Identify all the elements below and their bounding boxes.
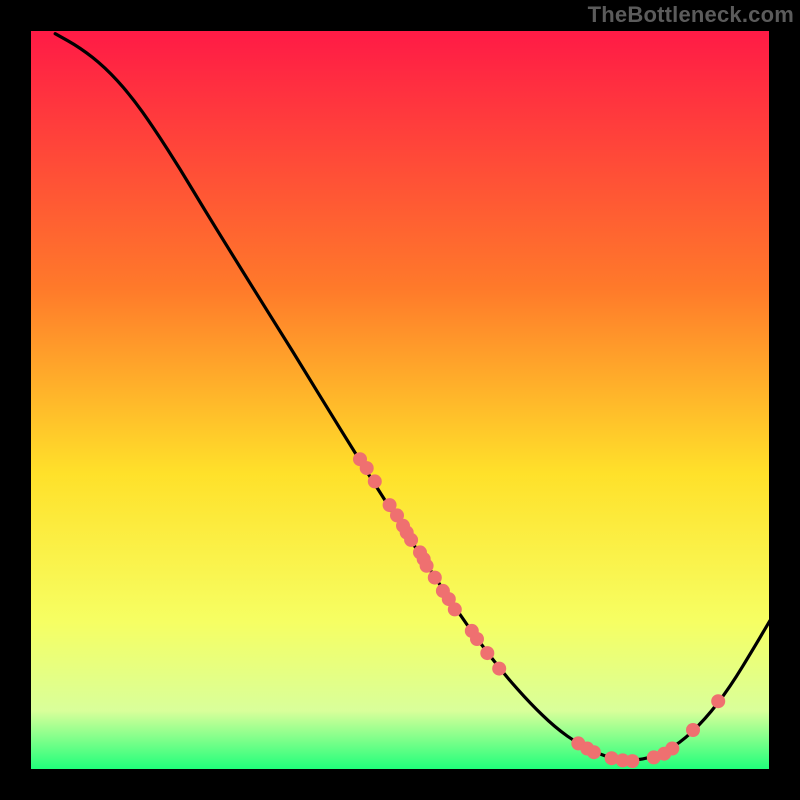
watermark-text: TheBottleneck.com	[588, 2, 794, 28]
scatter-dot	[470, 632, 484, 646]
scatter-dot	[404, 533, 418, 547]
scatter-dot	[686, 723, 700, 737]
scatter-dot	[448, 602, 462, 616]
bottleneck-chart	[0, 0, 800, 800]
scatter-dot	[587, 745, 601, 759]
scatter-dot	[360, 461, 374, 475]
chart-stage: { "watermark": "TheBottleneck.com", "col…	[0, 0, 800, 800]
scatter-dot	[368, 474, 382, 488]
scatter-dot	[420, 559, 434, 573]
plot-background	[30, 30, 770, 770]
scatter-dot	[625, 754, 639, 768]
scatter-dot	[665, 742, 679, 756]
scatter-dot	[492, 662, 506, 676]
scatter-dot	[480, 646, 494, 660]
scatter-dot	[711, 694, 725, 708]
scatter-dot	[428, 571, 442, 585]
